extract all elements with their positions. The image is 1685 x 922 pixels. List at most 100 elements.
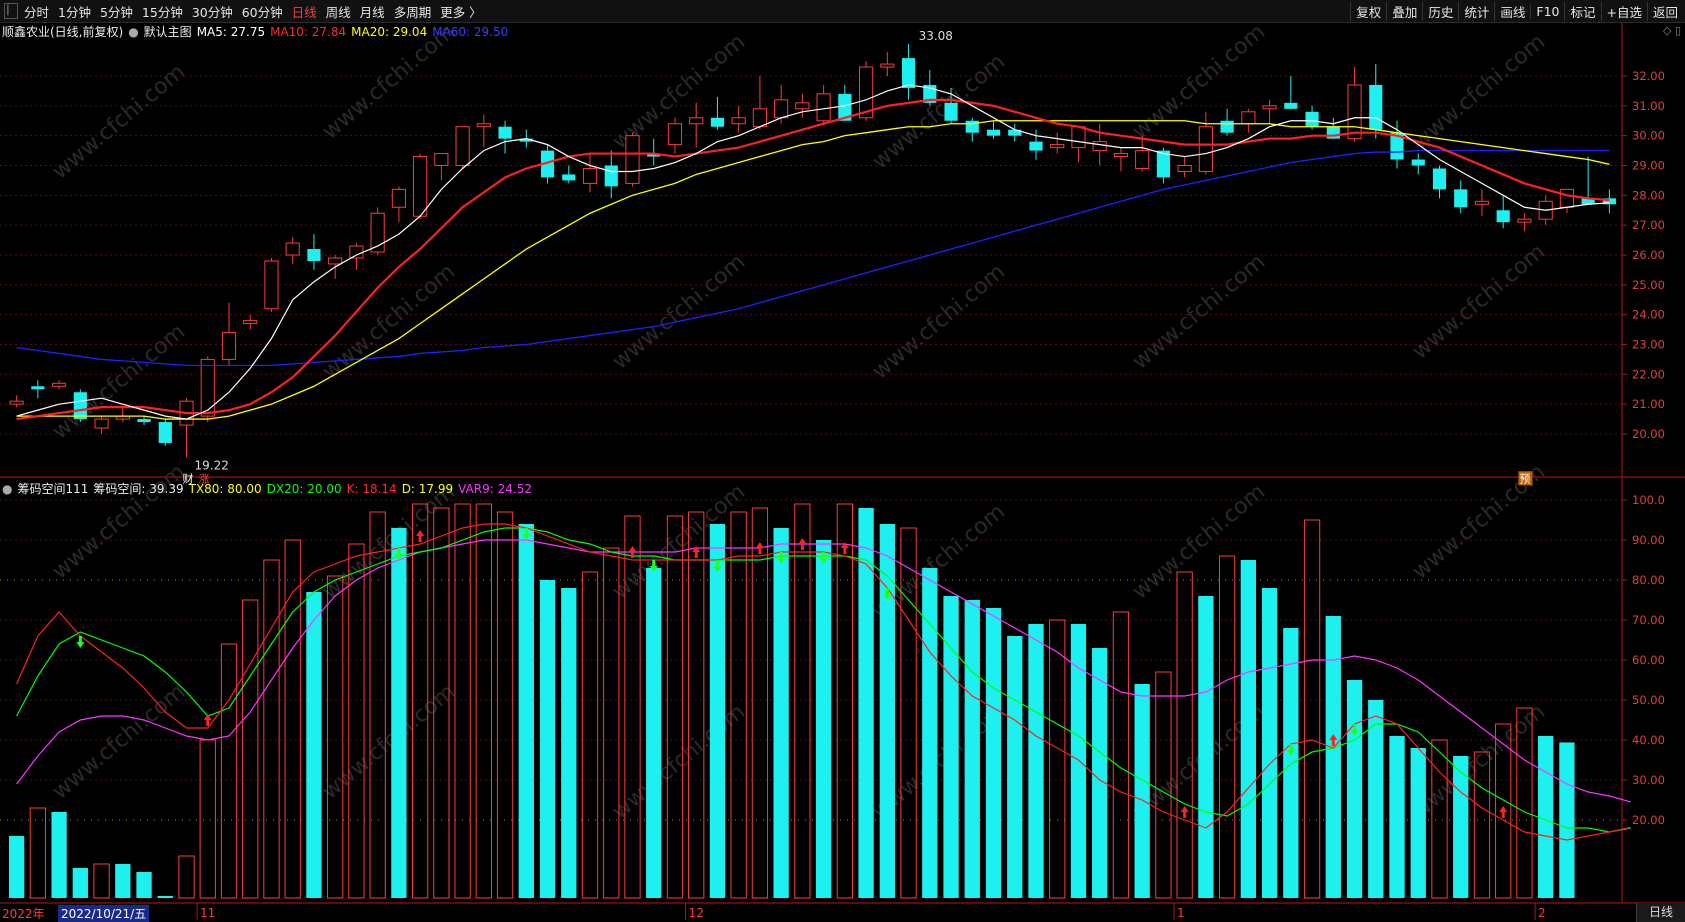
candlestick-chart[interactable]: 33.0819.22财涨预 — [9, 29, 1616, 486]
indicator-name[interactable]: 筹码空间111 — [17, 480, 88, 497]
template-name[interactable]: 默认主图 — [144, 23, 192, 40]
candle-body-down — [1454, 189, 1468, 208]
candle — [604, 150, 618, 199]
chip-bar-cyan — [1538, 736, 1554, 898]
toolbar-button-7[interactable]: +自选 — [1600, 1, 1647, 21]
candle-body-down — [73, 392, 87, 420]
toolbar-button-4[interactable]: 画线 — [1494, 1, 1530, 21]
tab-9[interactable]: 多周期 — [394, 2, 432, 21]
month-label: 12 — [689, 906, 704, 920]
candle — [264, 257, 279, 312]
chip-bar-red — [496, 511, 514, 899]
forecast-marker: 预 — [1519, 472, 1530, 485]
chip-bar-red — [178, 855, 195, 899]
tab-3[interactable]: 15分钟 — [142, 2, 183, 21]
chip-bar-cyan — [879, 524, 895, 898]
candle-body-down — [1305, 111, 1319, 127]
chip-bar-red — [29, 807, 47, 899]
candle-body-up — [731, 117, 746, 125]
price-tick-label: 28.00 — [1632, 188, 1665, 202]
chip-bar-cyan — [1007, 636, 1023, 898]
candle-body-up — [1113, 153, 1129, 158]
candle — [158, 419, 172, 446]
high-label: 33.08 — [919, 29, 953, 43]
ma5-line — [16, 84, 1610, 420]
tab-4[interactable]: 30分钟 — [192, 2, 233, 21]
period-label: 日线 — [1636, 903, 1685, 922]
candle — [1454, 180, 1468, 214]
chip-bar-cyan — [539, 580, 556, 898]
candle-body-up — [52, 382, 67, 387]
tab-6[interactable]: 日线 — [292, 2, 317, 21]
chip-bar-cyan — [646, 568, 662, 898]
low-label: 19.22 — [195, 458, 229, 472]
chart-canvas[interactable]: www.cfchi.com www.cfchi.com www.cfchi.com w… — [0, 0, 1685, 922]
collapse-icon[interactable]: ▏ — [4, 3, 18, 19]
k-value: K: 18.14 — [346, 481, 397, 496]
tab-0[interactable]: 分时 — [24, 2, 49, 21]
chip-indicator-chart[interactable] — [8, 503, 1631, 899]
sub-legend: ● 筹码空间111 筹码空间: 39.39 TX80: 80.00 DX20: … — [2, 480, 537, 497]
tab-1[interactable]: 1分钟 — [58, 2, 91, 21]
candle-body-down — [31, 386, 45, 390]
ma10-value: MA10: 27.84 — [270, 24, 347, 39]
toolbar-button-2[interactable]: 历史 — [1422, 1, 1458, 21]
watermark-text: www.cfchi.com — [868, 259, 1010, 384]
window-control-icons[interactable]: ◇ ▯ — [1663, 24, 1681, 37]
candle — [455, 126, 470, 169]
watermark-text: www.cfchi.com — [608, 249, 750, 374]
candle-body-down — [158, 422, 172, 443]
month-label: 1 — [1177, 906, 1185, 920]
chip-bar-cyan — [1198, 596, 1214, 898]
tab-10[interactable]: 更多 〉 — [440, 2, 481, 21]
tab-8[interactable]: 月线 — [360, 2, 385, 21]
candle-body-up — [1050, 144, 1065, 149]
watermark-text: www.cfchi.com — [1408, 29, 1550, 154]
toolbar-button-0[interactable]: 复权 — [1350, 1, 1386, 21]
toolbar-button-8[interactable]: 返回 — [1646, 1, 1683, 21]
stock-name[interactable]: 顺鑫农业(日线,前复权) — [2, 23, 123, 40]
sub-tick-label: 60.00 — [1632, 653, 1665, 667]
candle-body-up — [582, 167, 598, 184]
candle — [1411, 153, 1425, 175]
candle-body-up — [1517, 218, 1532, 223]
chip-bar-cyan — [964, 600, 980, 898]
candle — [221, 302, 237, 366]
candle — [1390, 120, 1404, 169]
chip-bar-cyan — [518, 524, 534, 898]
chip-value: 筹码空间: 39.39 — [93, 482, 184, 496]
chip-bar-cyan — [773, 528, 789, 898]
watermark-text: www.cfchi.com — [1408, 239, 1550, 364]
chip-bar-cyan — [51, 812, 67, 898]
candle-body-up — [1092, 141, 1107, 152]
toolbar-button-1[interactable]: 叠加 — [1386, 1, 1422, 21]
chip-bar-cyan — [1028, 624, 1044, 898]
toolbar-button-5[interactable]: F10 — [1530, 3, 1564, 19]
settings-icon[interactable]: ● — [2, 482, 12, 496]
candle-body-down — [1369, 84, 1383, 130]
tab-2[interactable]: 5分钟 — [100, 2, 133, 21]
settings-icon[interactable]: ● — [128, 25, 138, 39]
chip-bar-cyan — [1070, 624, 1087, 898]
price-tick-label: 27.00 — [1632, 218, 1665, 232]
watermark-text: www.cfchi.com — [318, 259, 460, 384]
price-tick-label: 29.00 — [1632, 159, 1665, 173]
var9-value: VAR9: 24.52 — [458, 481, 532, 496]
chip-bar-red — [751, 507, 769, 899]
toolbar-button-6[interactable]: 标记 — [1564, 1, 1600, 21]
tab-5[interactable]: 60分钟 — [242, 2, 283, 21]
candle-body-down — [1411, 159, 1425, 166]
chip-bar-cyan — [1410, 748, 1426, 898]
candle — [667, 117, 683, 154]
tx80-value: TX80: 80.00 — [188, 481, 262, 496]
up-arrow-icon — [1180, 806, 1189, 818]
watermark-text: www.cfchi.com — [608, 699, 750, 824]
candle-body-up — [1135, 150, 1150, 169]
candle-body-down — [986, 129, 1001, 136]
watermark-text: www.cfchi.com — [318, 679, 460, 804]
candle-body-up — [689, 117, 704, 125]
chip-bar-cyan — [72, 868, 88, 898]
dx20-value: DX20: 20.00 — [266, 481, 342, 496]
tab-7[interactable]: 周线 — [326, 2, 351, 21]
toolbar-button-3[interactable]: 统计 — [1458, 1, 1494, 21]
